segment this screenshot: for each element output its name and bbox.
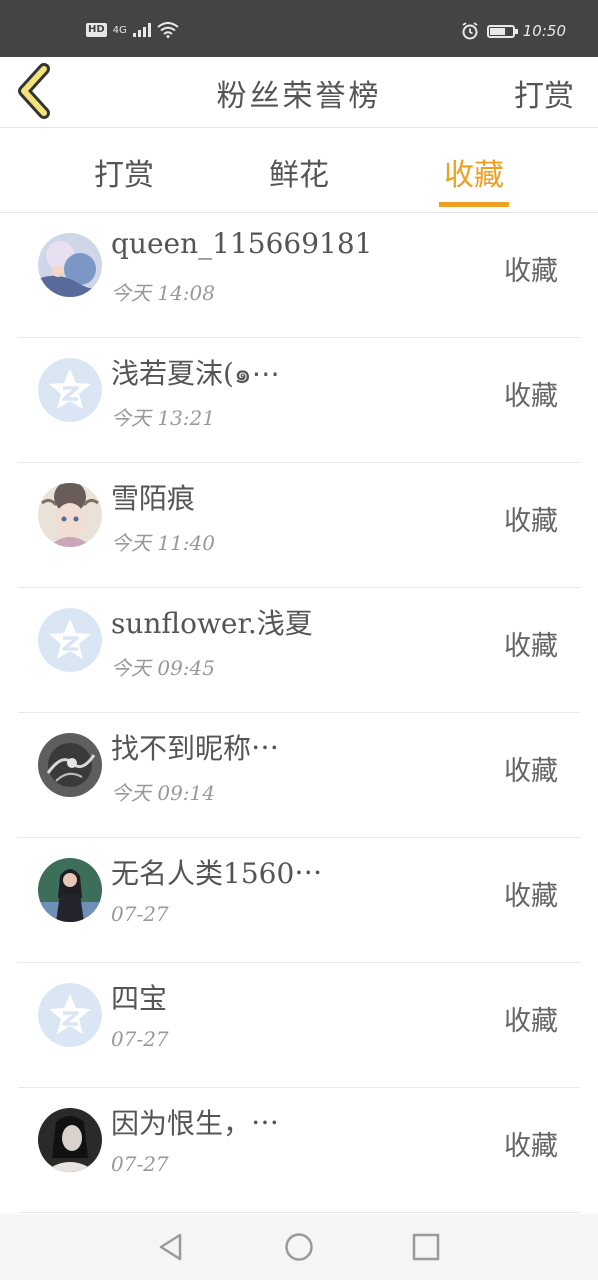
nav-recents-button[interactable] bbox=[409, 1230, 443, 1264]
fan-action: 收藏 bbox=[504, 881, 558, 912]
nav-back-button[interactable] bbox=[154, 1230, 188, 1264]
fan-time: 今天 09:14 bbox=[111, 781, 215, 805]
fan-name: sunflower.浅夏 bbox=[111, 607, 313, 640]
list-item[interactable]: 找不到昵称⋯ 今天 09:14 收藏 bbox=[18, 713, 580, 838]
fan-name: 因为恨生，⋯ bbox=[111, 1107, 280, 1140]
default-avatar-icon bbox=[38, 983, 102, 1047]
status-time: 10:50 bbox=[522, 22, 566, 40]
fan-list: queen_115669181 今天 14:08 收藏 浅若夏沫(๑⋯ 今天 1… bbox=[0, 213, 598, 1213]
list-item[interactable]: queen_115669181 今天 14:08 收藏 bbox=[18, 213, 580, 338]
network-type: 4G bbox=[112, 24, 127, 36]
tab-bar: 打赏 鲜花 收藏 bbox=[0, 128, 598, 213]
fan-time: 07-27 bbox=[111, 902, 169, 926]
wifi-icon bbox=[157, 22, 179, 38]
fan-name: 四宝 bbox=[111, 982, 168, 1015]
fan-action: 收藏 bbox=[504, 756, 558, 787]
active-tab-indicator bbox=[439, 202, 509, 207]
list-item[interactable]: sunflower.浅夏 今天 09:45 收藏 bbox=[18, 588, 580, 713]
battery-icon bbox=[486, 24, 518, 38]
fan-time: 07-27 bbox=[111, 1027, 169, 1051]
list-item[interactable]: 无名人类1560⋯ 07-27 收藏 bbox=[18, 838, 580, 963]
fan-action: 收藏 bbox=[504, 256, 558, 287]
fan-action: 收藏 bbox=[504, 631, 558, 662]
app-header: 粉丝荣誉榜 打赏 bbox=[0, 57, 598, 128]
default-avatar-icon bbox=[38, 608, 102, 672]
fan-action: 收藏 bbox=[504, 506, 558, 537]
avatar bbox=[38, 233, 102, 297]
fan-name: 找不到昵称⋯ bbox=[111, 732, 280, 765]
list-item[interactable]: 浅若夏沫(๑⋯ 今天 13:21 收藏 bbox=[18, 338, 580, 463]
fan-time: 今天 14:08 bbox=[111, 281, 215, 305]
reward-button[interactable]: 打赏 bbox=[514, 71, 574, 115]
avatar bbox=[38, 858, 102, 922]
page-title: 粉丝荣誉榜 bbox=[216, 79, 382, 114]
avatar bbox=[38, 1108, 102, 1172]
signal-icon bbox=[132, 23, 151, 37]
tab-flowers[interactable]: 鲜花 bbox=[239, 150, 359, 194]
system-nav-bar bbox=[0, 1214, 598, 1280]
tab-favorites[interactable]: 收藏 bbox=[414, 150, 534, 194]
fan-name: 浅若夏沫(๑⋯ bbox=[111, 357, 280, 390]
tab-reward[interactable]: 打赏 bbox=[64, 150, 184, 194]
alarm-icon bbox=[462, 22, 478, 40]
fan-time: 今天 09:45 bbox=[111, 656, 215, 680]
avatar bbox=[38, 483, 102, 547]
nav-home-button[interactable] bbox=[282, 1230, 316, 1264]
fan-action: 收藏 bbox=[504, 1131, 558, 1162]
list-item[interactable]: 四宝 07-27 收藏 bbox=[18, 963, 580, 1088]
fan-time: 07-27 bbox=[111, 1152, 169, 1176]
triangle-back-icon bbox=[159, 1233, 182, 1261]
avatar bbox=[38, 733, 102, 797]
fan-action: 收藏 bbox=[504, 1006, 558, 1037]
hd-badge: HD bbox=[86, 23, 107, 37]
list-item[interactable]: 雪陌痕 今天 11:40 收藏 bbox=[18, 463, 580, 588]
fan-action: 收藏 bbox=[504, 381, 558, 412]
fan-name: 无名人类1560⋯ bbox=[111, 857, 323, 890]
status-right: 10:50 bbox=[461, 22, 566, 40]
default-avatar-icon bbox=[38, 358, 102, 422]
circle-home-icon bbox=[285, 1233, 313, 1261]
square-recents-icon bbox=[412, 1233, 440, 1261]
status-left: HD 4G bbox=[86, 22, 179, 38]
fan-time: 今天 11:40 bbox=[111, 531, 215, 555]
list-item[interactable]: 因为恨生，⋯ 07-27 收藏 bbox=[18, 1088, 580, 1213]
fan-time: 今天 13:21 bbox=[111, 406, 215, 430]
fan-name: queen_115669181 bbox=[111, 227, 373, 260]
status-bar: HD 4G 10:50 bbox=[0, 0, 598, 57]
fan-name: 雪陌痕 bbox=[111, 482, 196, 515]
